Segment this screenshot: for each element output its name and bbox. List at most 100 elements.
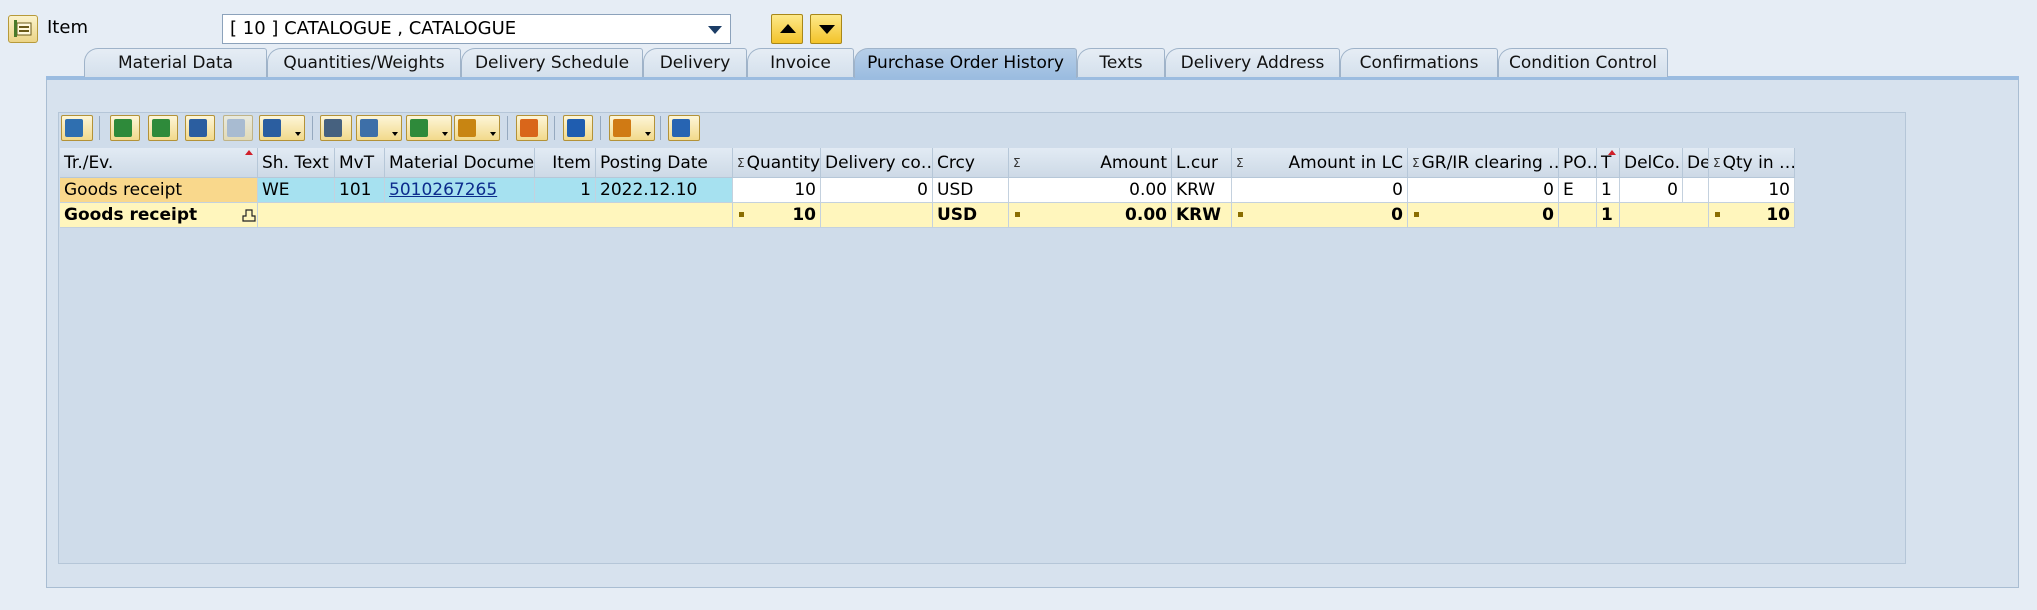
dropdown-arrow-icon xyxy=(645,132,651,136)
info-icon xyxy=(567,119,585,137)
info-button[interactable] xyxy=(563,115,593,141)
cell-posting-date[interactable]: 2022.12.10 xyxy=(596,178,733,203)
item-select[interactable]: [ 10 ] CATALOGUE , CATALOGUE xyxy=(222,14,731,44)
cell-de[interactable] xyxy=(1683,178,1709,203)
cell-delivery-cost[interactable]: 0 xyxy=(821,178,933,203)
col-header-l-cur[interactable]: L.cur xyxy=(1172,148,1232,178)
col-header-amount[interactable]: Σ Amount xyxy=(1009,148,1172,178)
total-cell-tr-ev[interactable]: Goods receipt xyxy=(60,203,258,228)
tab-delivery[interactable]: Delivery xyxy=(643,48,747,77)
tab-material-data[interactable]: Material Data xyxy=(84,48,267,77)
find-button[interactable] xyxy=(185,115,215,141)
total-cell-spacer xyxy=(258,203,733,228)
cell-material-doc[interactable]: 5010267265 xyxy=(385,178,535,203)
col-header-tr-ev[interactable]: Tr./Ev. xyxy=(60,148,258,178)
col-header-crcy[interactable]: Crcy xyxy=(933,148,1009,178)
total-marker-icon xyxy=(1238,212,1243,217)
arrow-up-icon xyxy=(780,24,796,33)
col-header-mvt[interactable]: MvT xyxy=(335,148,385,178)
total-cell-delco xyxy=(1620,203,1709,228)
cell-gr-ir[interactable]: 0 xyxy=(1408,178,1559,203)
view-button[interactable] xyxy=(356,115,402,141)
tab-purchase-order-history[interactable]: Purchase Order History xyxy=(854,48,1077,78)
cell-delco[interactable]: 0 xyxy=(1620,178,1683,203)
col-header-item[interactable]: Item xyxy=(535,148,596,178)
col-header-posting-date[interactable]: Posting Date xyxy=(596,148,733,178)
graphic-button[interactable] xyxy=(516,115,548,141)
item-label: Item xyxy=(47,17,88,38)
dropdown-arrow-icon xyxy=(392,132,398,136)
total-cell-qty-in[interactable]: 10 xyxy=(1709,203,1795,228)
sort-indicator-icon xyxy=(1608,150,1616,155)
layout-button[interactable] xyxy=(454,115,500,141)
material-doc-link[interactable]: 5010267265 xyxy=(389,180,497,200)
col-header-material-doc[interactable]: Material Docume… xyxy=(385,148,535,178)
layout-icon xyxy=(458,119,476,137)
previous-item-button[interactable] xyxy=(771,14,803,44)
col-header-t[interactable]: T xyxy=(1597,148,1620,178)
total-cell-amount-lc[interactable]: 0 xyxy=(1232,203,1408,228)
cell-po[interactable]: E xyxy=(1559,178,1597,203)
view-icon xyxy=(360,119,378,137)
tab-condition-control[interactable]: Condition Control xyxy=(1498,48,1668,77)
tab-delivery-schedule[interactable]: Delivery Schedule xyxy=(461,48,643,77)
cell-tr-ev[interactable]: Goods receipt xyxy=(60,178,258,203)
col-header-sh-text[interactable]: Sh. Text xyxy=(258,148,335,178)
cell-quantity[interactable]: 10 xyxy=(733,178,821,203)
cell-amount-lc[interactable]: 0 xyxy=(1232,178,1408,203)
export-button[interactable] xyxy=(406,115,452,141)
variant-button[interactable] xyxy=(609,115,655,141)
col-header-gr-ir[interactable]: Σ GR/IR clearing … xyxy=(1408,148,1559,178)
cell-t[interactable]: 1 xyxy=(1597,178,1620,203)
find-next-icon xyxy=(227,119,245,137)
sum-icon: Σ xyxy=(1236,156,1244,170)
item-select-value: [ 10 ] CATALOGUE , CATALOGUE xyxy=(230,18,517,39)
total-cell-crcy[interactable]: USD xyxy=(933,203,1009,228)
col-header-qty-in[interactable]: Σ Qty in … xyxy=(1709,148,1795,178)
sort-descending-icon xyxy=(152,119,170,137)
col-header-amount-lc[interactable]: Σ Amount in LC xyxy=(1232,148,1408,178)
next-item-button[interactable] xyxy=(810,14,842,44)
find-next-button[interactable] xyxy=(223,115,253,141)
refresh-button[interactable] xyxy=(668,115,700,141)
total-marker-icon xyxy=(1015,212,1020,217)
tab-texts[interactable]: Texts xyxy=(1077,48,1165,77)
refresh-icon xyxy=(672,119,690,137)
cell-crcy[interactable]: USD xyxy=(933,178,1009,203)
cell-mvt[interactable]: 101 xyxy=(335,178,385,203)
item-overview-button[interactable] xyxy=(8,15,38,43)
total-cell-t[interactable]: 1 xyxy=(1597,203,1620,228)
print-button[interactable] xyxy=(320,115,352,141)
col-header-delivery-cost[interactable]: Delivery co… xyxy=(821,148,933,178)
col-header-quantity[interactable]: Σ Quantity xyxy=(733,148,821,178)
total-cell-l-cur[interactable]: KRW xyxy=(1172,203,1232,228)
sort-descending-button[interactable] xyxy=(148,115,178,141)
cell-qty-in[interactable]: 10 xyxy=(1709,178,1795,203)
sort-ascending-button[interactable] xyxy=(110,115,140,141)
sum-icon: Σ xyxy=(1013,156,1021,170)
sum-icon: Σ xyxy=(737,156,745,170)
total-cell-gr-ir[interactable]: 0 xyxy=(1408,203,1559,228)
cell-amount[interactable]: 0.00 xyxy=(1009,178,1172,203)
cell-item[interactable]: 1 xyxy=(535,178,596,203)
tab-invoice[interactable]: Invoice xyxy=(747,48,854,77)
tab-delivery-address[interactable]: Delivery Address xyxy=(1165,48,1340,77)
col-header-po[interactable]: PO… xyxy=(1559,148,1597,178)
total-marker-icon xyxy=(1414,212,1419,217)
graphic-icon xyxy=(520,119,538,137)
filter-button[interactable] xyxy=(259,115,305,141)
cell-sh-text[interactable]: WE xyxy=(258,178,335,203)
dropdown-arrow-icon xyxy=(295,132,301,136)
col-header-delco[interactable]: DelCo… xyxy=(1620,148,1683,178)
total-level-icon xyxy=(242,209,256,222)
tab-confirmations[interactable]: Confirmations xyxy=(1340,48,1498,77)
export-icon xyxy=(410,119,428,137)
total-cell-quantity[interactable]: 10 xyxy=(733,203,821,228)
details-button[interactable] xyxy=(61,115,93,141)
col-header-de[interactable]: De xyxy=(1683,148,1709,178)
cell-l-cur[interactable]: KRW xyxy=(1172,178,1232,203)
tab-quantities-weights[interactable]: Quantities/Weights xyxy=(267,48,461,77)
total-cell-delivery-cost xyxy=(821,203,933,228)
details-icon xyxy=(65,119,83,137)
total-cell-amount[interactable]: 0.00 xyxy=(1009,203,1172,228)
